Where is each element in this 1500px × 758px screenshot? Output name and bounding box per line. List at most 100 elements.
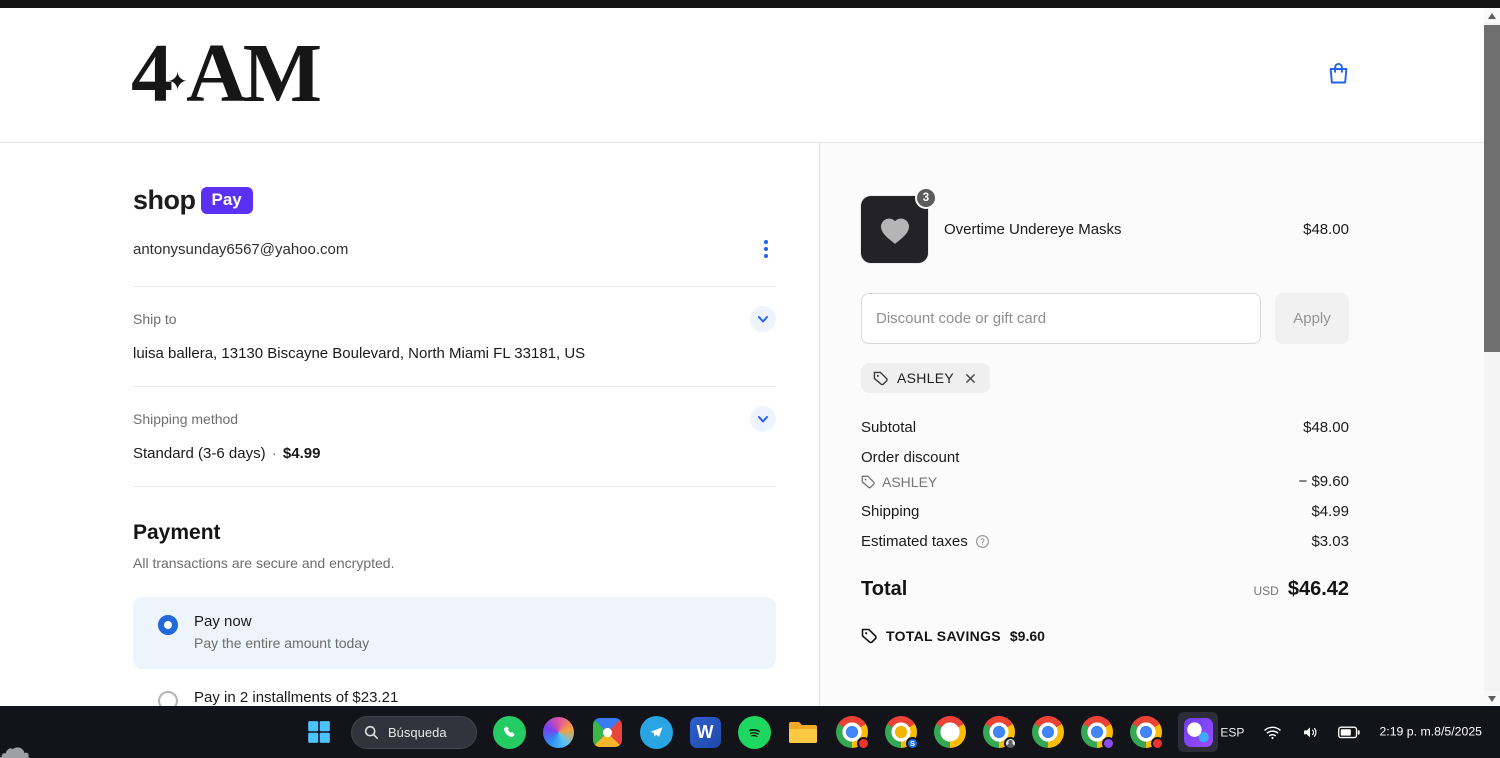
screen: 4✦AM shop Pay antonysunday6567@yahoo.com… [0,0,1500,758]
arrow-down-icon [1488,695,1496,702]
brand-logo[interactable]: 4✦AM [131,27,322,120]
active-app-icon[interactable] [1178,712,1218,752]
ship-to-value: luisa ballera, 13130 Biscayne Boulevard,… [133,345,586,362]
payment-option-pay-now[interactable]: Pay now Pay the entire amount today [133,597,776,669]
total-savings-row: TOTAL SAVINGS $9.60 [861,628,1349,644]
search-icon [364,725,378,739]
scroll-up-button[interactable] [1484,8,1500,23]
chevron-down-icon [758,416,768,423]
chrome-profile-1-icon[interactable] [835,715,870,750]
wifi-icon[interactable] [1261,722,1284,742]
shipping-method-expand-button[interactable] [750,406,776,432]
brand-text-right: AM [186,27,322,120]
copilot-icon[interactable] [541,715,575,749]
chrome-profile-3-icon[interactable] [933,715,967,749]
kebab-icon [764,240,768,244]
divider [133,486,776,487]
ship-to-expand-button[interactable] [750,306,776,332]
cart-button[interactable] [1321,56,1356,94]
payment-option-description: Pay the entire amount today [194,635,370,651]
shipping-row: Shipping $4.99 [861,503,1349,520]
subtotal-label: Subtotal [861,419,917,436]
chevron-down-icon [758,316,768,323]
scrollbar-thumb[interactable] [1484,25,1500,352]
scroll-down-button[interactable] [1484,691,1500,706]
arrow-up-icon [1488,12,1496,19]
clock[interactable]: 2:19 p. m. 8/5/2025 [1377,721,1484,742]
shipping-method-label: Shipping method [133,411,239,427]
language-indicator[interactable]: ESP [1218,723,1246,741]
remove-discount-button[interactable] [963,371,978,386]
close-icon [966,373,975,383]
ship-to-label: Ship to [133,311,177,327]
discount-code-input[interactable] [861,293,1261,344]
notification-badge [857,737,870,750]
payment-option-label: Pay in 2 installments of $23.21 [194,689,399,706]
tray-time: 2:19 p. m. [1379,724,1435,739]
order-summary: 3 Overtime Undereye Masks $48.00 Apply A… [819,143,1484,706]
radio-unselected-icon[interactable] [158,691,178,706]
folder-icon [789,722,817,743]
order-discount-value: − $9.60 [1298,473,1349,490]
volume-icon[interactable] [1299,722,1321,742]
chrome-profile-4-icon[interactable] [982,715,1017,750]
separator: · [271,445,277,462]
total-savings-label: TOTAL SAVINGS [886,628,1001,644]
pinned-app-icon[interactable] [590,715,624,749]
order-discount-code-row: ASHLEY − $9.60 [861,473,1349,490]
chrome-profile-2-icon[interactable]: S [884,715,919,750]
telegram-icon[interactable] [639,715,673,749]
customer-email: antonysunday6567@yahoo.com [133,240,349,258]
checkout-main: shop Pay antonysunday6567@yahoo.com Ship… [0,143,1484,706]
system-tray: ESP 2:19 p. m. 8/5/2025 [1218,721,1484,742]
total-row: Total USD $46.42 [861,578,1349,601]
tag-icon [873,371,888,385]
quantity-badge: 3 [915,187,937,209]
account-menu-button[interactable] [756,236,776,262]
discount-code-label: ASHLEY [897,370,955,386]
chrome-profile-7-icon[interactable] [1129,715,1164,750]
site-header: 4✦AM [0,8,1484,143]
search-label: Búsqueda [388,724,447,740]
tray-date: 8/5/2025 [1434,724,1482,739]
order-discount-code: ASHLEY [882,473,938,490]
bag-icon [1329,63,1348,84]
payment-subtitle: All transactions are secure and encrypte… [133,555,395,571]
chrome-profile-6-icon[interactable] [1080,715,1115,750]
notification-badge [1151,737,1164,750]
subtotal-value: $48.00 [1303,419,1349,436]
spotify-icon[interactable] [737,715,771,749]
whatsapp-icon[interactable] [492,715,526,749]
payment-option-installments[interactable]: Pay in 2 installments of $23.21 Pay ever… [133,673,776,706]
shop-wordmark: shop [133,185,196,215]
scrollbar [1484,8,1500,706]
order-discount-row: Order discount [861,449,1349,466]
taskbar: ☁ Búsqueda W S ESP 2:19 p. m. 8/5/2025 [0,706,1500,758]
ship-to-section: Ship to luisa ballera, 13130 Biscayne Bo… [133,287,776,386]
total-label: Total [861,578,908,600]
apply-discount-button[interactable]: Apply [1275,293,1349,344]
radio-selected-icon[interactable] [158,615,178,635]
chrome-profile-5-icon[interactable] [1031,715,1065,749]
battery-icon[interactable] [1336,724,1362,740]
window-top-strip [0,0,1500,8]
widgets-weather-icon[interactable]: ☁ [0,726,32,758]
taxes-value: $3.03 [1311,533,1349,550]
shop-pay-logo: shop Pay [133,185,776,216]
shipping-method-value: Standard (3-6 days) · $4.99 [133,445,776,462]
shipping-method-price: $4.99 [282,445,321,462]
notification-badge [1102,737,1115,750]
shipping-method-name: Standard (3-6 days) [133,445,266,462]
line-item: 3 Overtime Undereye Masks $48.00 [861,187,1349,263]
pay-badge: Pay [200,187,253,214]
order-discount-label: Order discount [861,449,960,466]
word-icon[interactable]: W [688,715,722,749]
file-explorer-icon[interactable] [786,715,820,749]
start-button[interactable] [302,715,336,749]
checkout-form: shop Pay antonysunday6567@yahoo.com Ship… [133,143,776,706]
total-savings-value: $9.60 [1009,628,1045,644]
shipping-label: Shipping [861,503,920,520]
taxes-row: Estimated taxes ? $3.03 [861,533,1349,550]
help-icon[interactable]: ? [975,534,990,549]
taskbar-search[interactable]: Búsqueda [351,715,477,749]
